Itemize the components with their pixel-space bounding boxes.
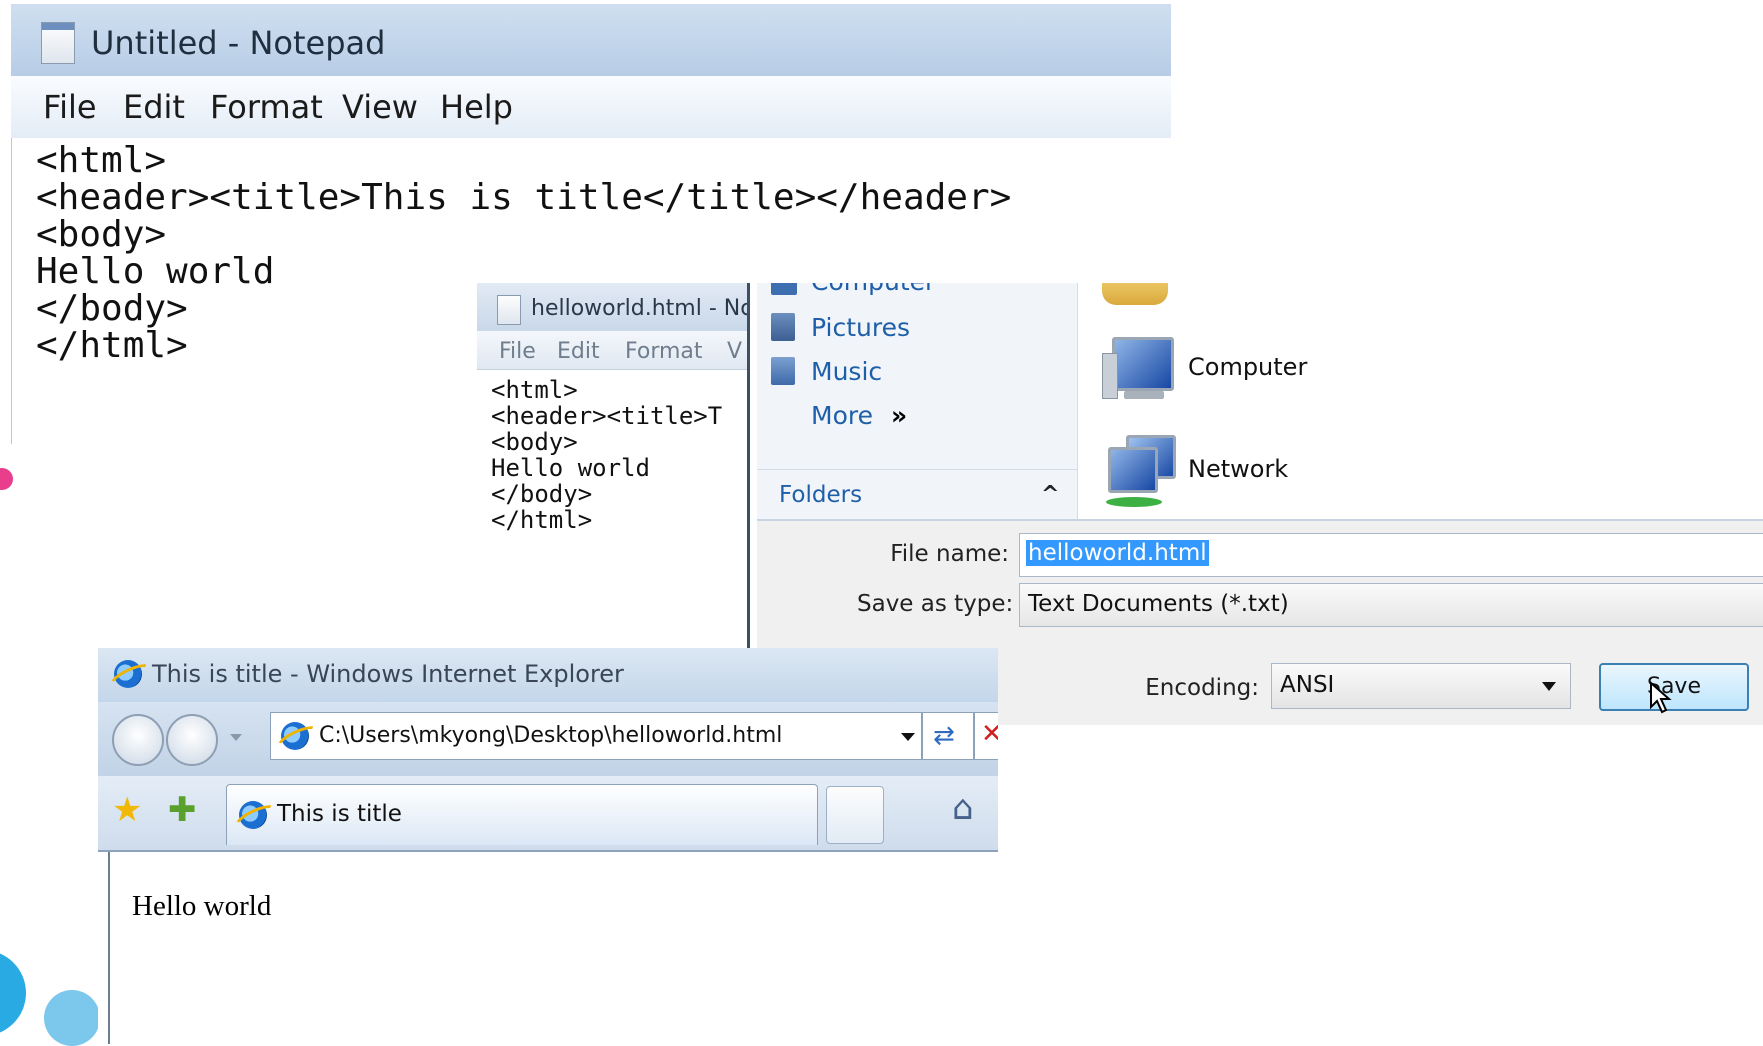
ie-page-content: Hello world — [108, 852, 998, 1044]
network-item-label: Network — [1188, 455, 1289, 483]
notepad-titlebar[interactable]: Untitled - Notepad — [11, 4, 1171, 76]
nav-item-music[interactable]: Music — [811, 357, 882, 386]
menu-help[interactable]: Help — [440, 88, 513, 126]
tab-this-is-title[interactable]: This is title — [226, 784, 818, 845]
notepad-saved-titlebar[interactable]: helloworld.html - Nc — [477, 283, 747, 331]
more-label: More — [811, 401, 873, 430]
encoding-select[interactable]: ANSI — [1271, 663, 1571, 709]
folders-toggle[interactable]: Folders ^ — [757, 469, 1077, 520]
ie-favorites-row: ★ ✚ This is title ⌂ — [98, 776, 998, 852]
forward-button[interactable] — [166, 714, 218, 766]
new-tab-button[interactable] — [826, 786, 884, 844]
nav-more-link[interactable]: More » — [811, 401, 907, 430]
stop-button[interactable]: ✕ — [974, 712, 998, 760]
nav-computer-icon — [771, 283, 797, 295]
folders-label: Folders — [779, 482, 863, 508]
notepad-menubar: File Edit Format View Help — [11, 76, 1171, 139]
pictures-icon — [771, 313, 795, 341]
network-icon — [1102, 433, 1178, 513]
favorites-star-icon[interactable]: ★ — [112, 790, 142, 830]
home-icon[interactable]: ⌂ — [952, 788, 974, 828]
decor-circle-cyan-small — [44, 990, 100, 1046]
folder-icon — [1102, 283, 1168, 305]
decor-dot-pink — [0, 468, 13, 490]
network-item[interactable]: Network — [1092, 433, 1392, 517]
encoding-value: ANSI — [1280, 672, 1335, 698]
computer-item[interactable]: Computer — [1092, 333, 1392, 413]
collapse-chevron-icon: ^ — [1041, 482, 1060, 507]
refresh-icon: ⇄ — [933, 721, 955, 751]
notepad-saved-app-icon — [497, 295, 521, 325]
decor-circle-cyan-large — [0, 950, 26, 1036]
save-as-type-value: Text Documents (*.txt) — [1028, 591, 1289, 617]
ie-titlebar[interactable]: This is title - Windows Internet Explore… — [98, 648, 998, 702]
tab-title: This is title — [277, 801, 402, 827]
notepad-title: Untitled - Notepad — [91, 24, 386, 62]
file-name-label: File name: — [890, 541, 1009, 567]
notepad-window-saved: helloworld.html - Nc File Edit Format V … — [477, 283, 750, 648]
address-dropdown-icon[interactable] — [901, 733, 915, 741]
encoding-dropdown-arrow-icon — [1542, 682, 1556, 691]
address-page-icon — [281, 722, 309, 750]
refresh-button[interactable]: ⇄ — [922, 712, 974, 760]
nav-item-computer[interactable]: Computer — [811, 283, 935, 296]
save-as-type-select[interactable]: Text Documents (*.txt) — [1019, 583, 1763, 627]
computer-icon — [1102, 333, 1174, 407]
save-as-type-label: Save as type: — [857, 591, 1014, 617]
address-url: C:\Users\mkyong\Desktop\helloworld.html — [319, 723, 783, 748]
menu-format[interactable]: Format — [210, 88, 323, 126]
save-button[interactable]: Save — [1599, 663, 1749, 714]
ie-title: This is title - Windows Internet Explore… — [152, 660, 624, 688]
menu-view[interactable]: View — [342, 88, 418, 126]
ie-logo-icon — [114, 660, 142, 688]
dialog-file-list: Computer Network — [1078, 283, 1763, 519]
save-button-label: Save — [1646, 674, 1701, 699]
file-name-input[interactable]: helloworld.html — [1019, 533, 1763, 577]
saved-menu-format[interactable]: Format — [625, 339, 703, 364]
address-bar[interactable]: C:\Users\mkyong\Desktop\helloworld.html — [270, 712, 922, 760]
ie-address-row: C:\Users\mkyong\Desktop\helloworld.html … — [98, 702, 998, 776]
stop-icon: ✕ — [981, 719, 998, 749]
internet-explorer-window: This is title - Windows Internet Explore… — [98, 648, 998, 1044]
mouse-cursor-icon — [1650, 681, 1672, 714]
menu-edit[interactable]: Edit — [123, 88, 185, 126]
nav-item-pictures[interactable]: Pictures — [811, 313, 910, 342]
notepad-saved-text[interactable]: <html> <header><title>T <body> Hello wor… — [491, 377, 722, 533]
music-icon — [771, 357, 795, 385]
tab-page-icon — [239, 801, 267, 829]
encoding-label: Encoding: — [1145, 675, 1259, 701]
more-chevron-icon: » — [890, 401, 908, 430]
saved-menu-edit[interactable]: Edit — [557, 339, 600, 364]
back-button[interactable] — [112, 714, 164, 766]
computer-item-label: Computer — [1188, 353, 1308, 381]
page-text: Hello world — [132, 890, 272, 922]
add-favorites-icon[interactable]: ✚ — [168, 790, 197, 830]
file-name-value: helloworld.html — [1026, 540, 1209, 566]
notepad-app-icon — [41, 22, 75, 64]
dialog-nav-pane: Computer Pictures Music More » Folders ^ — [757, 283, 1078, 519]
notepad-saved-menubar: File Edit Format V — [477, 331, 747, 370]
saved-menu-file[interactable]: File — [499, 339, 536, 364]
history-dropdown-icon[interactable] — [230, 734, 242, 741]
saved-menu-view[interactable]: V — [727, 339, 742, 364]
menu-file[interactable]: File — [43, 88, 97, 126]
notepad-saved-title: helloworld.html - Nc — [531, 296, 750, 321]
